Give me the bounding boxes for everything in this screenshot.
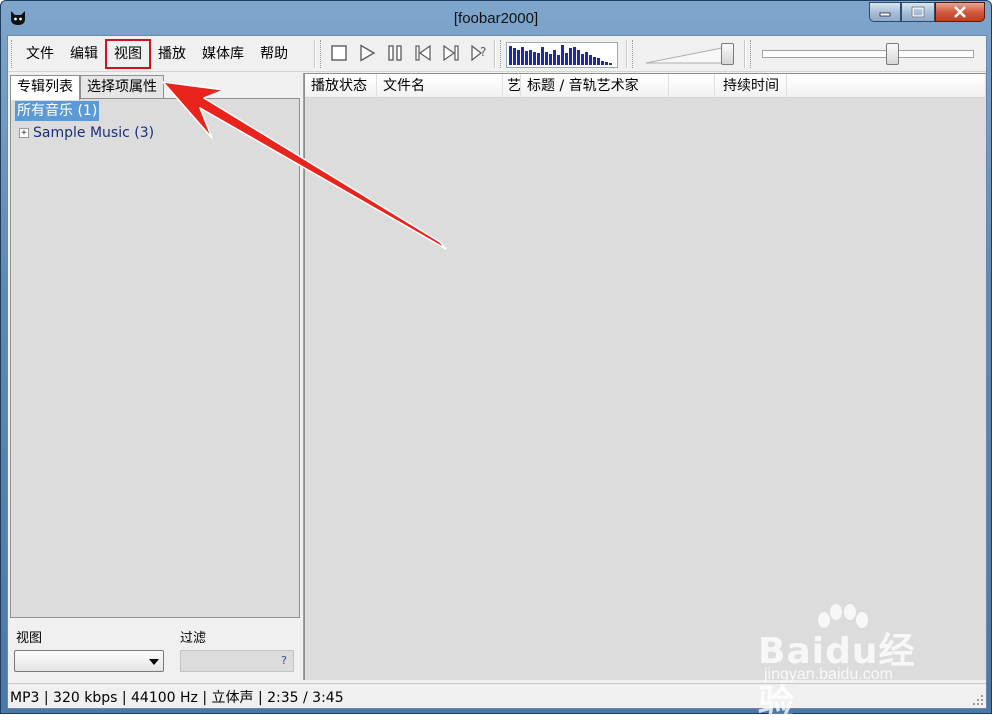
caption-buttons [869,2,985,22]
spectrum-bar [545,52,548,65]
spectrum-bar [609,63,612,65]
filter-help-icon[interactable]: ? [281,654,287,667]
transport-controls: ? [328,42,490,64]
spectrum-bar [577,50,580,65]
menu-help[interactable]: 帮助 [252,40,296,68]
random-icon: ? [471,44,486,62]
menu-bar: 文件 编辑 视图 播放 媒体库 帮助 [18,38,296,70]
view-dropdown[interactable] [14,650,164,672]
column-blank[interactable] [669,74,715,98]
resize-grip-icon[interactable] [972,694,984,706]
spectrum-bar [601,61,604,65]
column-playing[interactable]: 播放状态 [305,74,377,98]
spectrum-bar [553,50,556,65]
spectrum-bar [509,46,512,65]
spectrum-bar [561,45,564,65]
tree-item-label: Sample Music (3) [33,125,155,141]
expand-icon[interactable]: + [19,128,29,138]
toolbar-grip[interactable] [750,40,753,68]
toolbar-grip[interactable] [11,40,14,68]
spectrum-bar [537,53,540,65]
spectrum-bar [525,51,528,65]
spectrum-bar [589,55,592,65]
volume-thumb[interactable] [721,43,734,65]
spectrum-bar [529,50,532,65]
tree-item-all-music[interactable]: 所有音乐 (1) [15,101,100,121]
spectrum-bar [585,52,588,65]
baidu-watermark: Baidu经验 jingyan.baidu.com [758,604,948,724]
spectrum-bar [597,58,600,65]
spectrum-bar [521,47,524,65]
pause-button[interactable] [384,42,406,64]
previous-button[interactable] [412,42,434,64]
album-tree[interactable]: 所有音乐 (1) + Sample Music (3) [10,98,300,618]
minimize-button[interactable] [869,2,901,22]
toolbar-separator [314,40,316,68]
close-button[interactable] [935,2,985,22]
tree-item-sample-music[interactable]: + Sample Music (3) [19,123,154,143]
watermark-url: jingyan.baidu.com [764,666,893,683]
spectrum-bar [581,54,584,65]
column-filename[interactable]: 文件名 [377,74,503,98]
seek-bar[interactable] [762,43,974,65]
spectrum-bars [509,43,612,65]
playlist-view[interactable]: 播放状态 文件名 艺 标题 / 音轨艺术家 持续时间 [304,73,986,680]
title-bar[interactable]: [foobar2000] [1,1,991,35]
view-label: 视图 [16,631,43,646]
window-title: [foobar2000] [453,10,539,27]
minimize-icon [879,12,891,17]
stop-button[interactable] [328,42,350,64]
spectrum-bar [557,55,560,65]
column-artist[interactable]: 艺 [503,74,521,98]
filter-input[interactable]: ? [180,650,294,672]
filter-label: 过滤 [180,631,207,646]
svg-text:?: ? [480,45,486,59]
column-duration[interactable]: 持续时间 [715,74,787,98]
toolbar-grip[interactable] [320,40,323,68]
menu-library[interactable]: 媒体库 [194,40,252,68]
maximize-icon [911,6,925,18]
spectrum-bar [565,53,568,65]
left-panel: 专辑列表 选择项属性 所有音乐 (1) + Sample Music (3) 视图… [8,73,302,680]
tab-selection-properties[interactable]: 选择项属性 [80,75,164,99]
spectrum-bar [549,54,552,65]
column-title[interactable]: 标题 / 音轨艺术家 [521,74,669,98]
tab-album-list[interactable]: 专辑列表 [10,75,80,100]
random-button[interactable]: ? [468,42,490,64]
status-text: MP3 | 320 kbps | 44100 Hz | 立体声 | 2:35 /… [10,690,344,706]
toolbar: 文件 编辑 视图 播放 媒体库 帮助 ? [8,36,986,72]
previous-icon [415,44,431,62]
menu-file[interactable]: 文件 [18,40,62,68]
play-button[interactable] [356,42,378,64]
spectrum-bar [573,47,576,65]
toolbar-separator [494,40,496,68]
spectrum-bar [541,47,544,65]
menu-playback[interactable]: 播放 [150,40,194,68]
next-button[interactable] [440,42,462,64]
menu-edit[interactable]: 编辑 [62,40,106,68]
chevron-down-icon [149,659,159,665]
spectrum-bar [533,52,536,65]
spectrum-bar [605,62,608,65]
menu-view[interactable]: 视图 [105,39,151,69]
close-icon [954,6,966,18]
maximize-button[interactable] [901,2,935,22]
pause-icon [388,45,402,61]
spectrum-bar [513,48,516,65]
playlist-header: 播放状态 文件名 艺 标题 / 音轨艺术家 持续时间 [305,74,985,98]
play-icon [360,44,376,62]
toolbar-grip[interactable] [632,40,635,68]
spectrum-bar [569,48,572,65]
volume-slider[interactable] [644,42,734,66]
toolbar-separator [626,40,628,68]
seek-thumb[interactable] [886,43,899,65]
stop-icon [331,45,347,61]
spectrum-bar [517,50,520,65]
spectrum-bar [593,57,596,65]
spectrum-visualizer [506,42,618,68]
panel-tabs: 专辑列表 选择项属性 [10,75,164,100]
toolbar-separator [744,40,746,68]
next-icon [443,44,459,62]
toolbar-grip[interactable] [500,40,503,68]
